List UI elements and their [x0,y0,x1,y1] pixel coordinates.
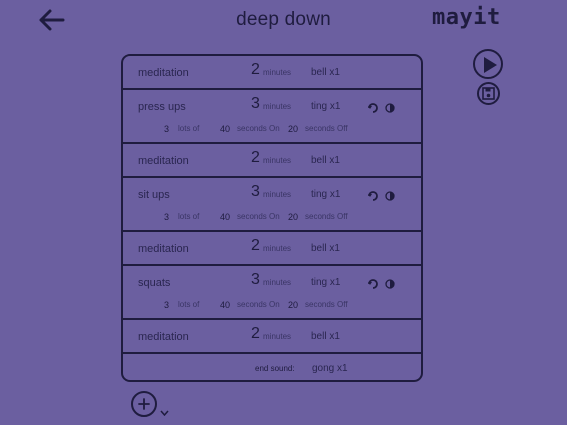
step-minutes[interactable]: 2 [251,325,260,343]
step-seconds-off-label: seconds Off [305,212,348,221]
chevron-down-icon [160,410,169,417]
step-sets-label: lots of [178,212,200,221]
step-seconds-on-label: seconds On [237,300,280,309]
half-circle-icon[interactable] [385,100,395,113]
step-minutes-label: minutes [263,102,292,111]
add-step-options-toggle[interactable] [160,403,169,417]
step-sound[interactable]: ting x1 [311,101,340,112]
step-seconds-on[interactable]: 40 [220,300,230,310]
step-minutes[interactable]: 3 [251,183,260,201]
step-sets[interactable]: 3 [164,300,169,310]
step-seconds-on[interactable]: 40 [220,124,230,134]
step-minutes-label: minutes [263,156,292,165]
step-name: meditation [138,331,189,343]
step-name: meditation [138,155,189,167]
play-button[interactable] [473,49,503,79]
step-seconds-off-label: seconds Off [305,300,348,309]
routine-step-meditation[interactable]: meditation 2 minutes bell x1 [123,320,421,354]
routine-step-meditation[interactable]: meditation 2 minutes bell x1 [123,56,421,90]
step-minutes-label: minutes [263,332,292,341]
half-circle-icon[interactable] [385,188,395,201]
half-circle-icon[interactable] [385,276,395,289]
step-minutes[interactable]: 3 [251,95,260,113]
step-seconds-off[interactable]: 20 [288,300,298,310]
step-name: meditation [138,243,189,255]
logo: mayit [432,5,501,30]
routine-list: meditation 2 minutes bell x1 press ups 3… [121,54,423,382]
repeat-icon[interactable] [368,100,380,113]
step-sets-label: lots of [178,300,200,309]
routine-step-meditation[interactable]: meditation 2 minutes bell x1 [123,232,421,266]
step-seconds-on-label: seconds On [237,124,280,133]
step-minutes[interactable]: 2 [251,237,260,255]
routine-step-squats[interactable]: squats 3 minutes ting x1 3 lots of 40 se… [123,266,421,320]
step-sound[interactable]: bell x1 [311,243,340,254]
end-sound-label: end sound: [255,364,295,373]
step-name: meditation [138,67,189,79]
floppy-disk-icon [482,87,495,100]
step-seconds-on[interactable]: 40 [220,212,230,222]
step-minutes[interactable]: 3 [251,271,260,289]
routine-step-sit-ups[interactable]: sit ups 3 minutes ting x1 3 lots of 40 s… [123,178,421,232]
end-sound-value[interactable]: gong x1 [312,363,348,374]
step-seconds-off[interactable]: 20 [288,212,298,222]
step-sound[interactable]: bell x1 [311,331,340,342]
plus-icon [138,398,150,410]
step-minutes-label: minutes [263,244,292,253]
add-step-button[interactable] [131,391,157,417]
play-icon [484,57,497,73]
end-sound-row[interactable]: end sound: gong x1 [123,354,421,380]
step-seconds-off[interactable]: 20 [288,124,298,134]
step-sound[interactable]: bell x1 [311,67,340,78]
routine-step-meditation[interactable]: meditation 2 minutes bell x1 [123,144,421,178]
step-minutes-label: minutes [263,68,292,77]
repeat-icon[interactable] [368,276,380,289]
step-sound[interactable]: ting x1 [311,277,340,288]
step-minutes[interactable]: 2 [251,61,260,79]
step-minutes[interactable]: 2 [251,149,260,167]
step-sets-label: lots of [178,124,200,133]
save-button[interactable] [477,82,500,105]
step-sound[interactable]: ting x1 [311,189,340,200]
step-minutes-label: minutes [263,190,292,199]
repeat-icon[interactable] [368,188,380,201]
step-seconds-off-label: seconds Off [305,124,348,133]
step-minutes-label: minutes [263,278,292,287]
step-name: press ups [138,101,186,113]
step-seconds-on-label: seconds On [237,212,280,221]
routine-step-press-ups[interactable]: press ups 3 minutes ting x1 3 lots of 40… [123,90,421,144]
step-sets[interactable]: 3 [164,124,169,134]
step-name: sit ups [138,189,170,201]
step-sound[interactable]: bell x1 [311,155,340,166]
step-sets[interactable]: 3 [164,212,169,222]
step-name: squats [138,277,171,289]
